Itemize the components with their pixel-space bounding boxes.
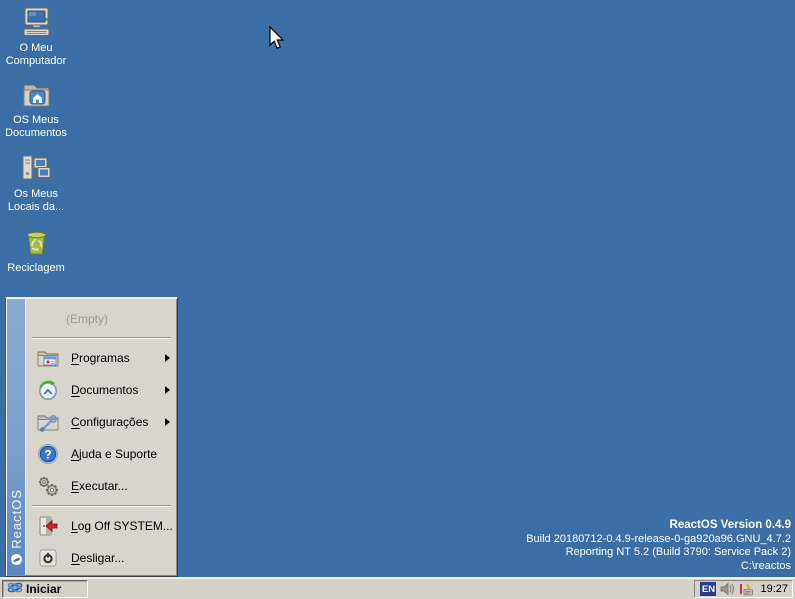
- svg-text:?: ?: [44, 448, 51, 462]
- log-off-icon: [36, 514, 60, 538]
- taskbar: Iniciar EN 19:27: [0, 577, 795, 599]
- start-menu-item-configuracoes[interactable]: Configurações: [27, 406, 176, 438]
- hardware-tray-icon[interactable]: [738, 581, 754, 597]
- submenu-arrow-icon: [165, 418, 170, 426]
- recent-documents-icon: [36, 378, 60, 402]
- menu-item-label: Log Off SYSTEM...: [71, 519, 173, 533]
- network-places-icon: [0, 152, 72, 185]
- start-button-label: Iniciar: [26, 582, 62, 596]
- desktop: O Meu Computador OS Meus Documentos Os M…: [0, 0, 795, 599]
- desktop-icon-label: Os Meus Locais da...: [7, 188, 65, 213]
- version-title: ReactOS Version 0.4.9: [669, 519, 791, 531]
- start-button[interactable]: Iniciar: [2, 580, 88, 598]
- reactos-start-logo-icon: [7, 580, 23, 598]
- desktop-icon-label: O Meu Computador: [5, 42, 67, 67]
- desktop-icon-network-places[interactable]: Os Meus Locais da...: [0, 152, 72, 214]
- reactos-logo-icon: [10, 553, 23, 571]
- desktop-icon-my-computer[interactable]: O Meu Computador: [0, 6, 72, 68]
- my-computer-icon: [0, 6, 72, 39]
- volume-icon[interactable]: [719, 581, 735, 597]
- start-menu-item-desligar[interactable]: Desligar...: [27, 542, 176, 574]
- desktop-icon-label: OS Meus Documentos: [5, 114, 67, 139]
- menu-item-label: Documentos: [71, 383, 139, 397]
- empty-item-label: (Empty): [66, 312, 108, 326]
- menu-item-label: Executar...: [71, 479, 128, 493]
- language-indicator[interactable]: EN: [700, 582, 717, 596]
- menu-item-label: Desligar...: [71, 551, 125, 565]
- start-menu-item-documentos[interactable]: Documentos: [27, 374, 176, 406]
- recycle-bin-icon: [0, 226, 72, 259]
- desktop-icon-recycle-bin[interactable]: Reciclagem: [0, 226, 72, 275]
- settings-folder-icon: [36, 410, 60, 434]
- start-menu-item-ajuda[interactable]: ? Ajuda e Suporte: [27, 438, 176, 470]
- programs-folder-icon: [36, 346, 60, 370]
- start-menu-body: (Empty) Programas Documentos Configuraçõ…: [27, 299, 176, 575]
- start-menu-item-executar[interactable]: Executar...: [27, 470, 176, 502]
- shut-down-icon: [36, 546, 60, 570]
- my-documents-icon: [0, 78, 72, 111]
- version-build: Build 20180712-0.4.9-release-0-ga920a96.…: [526, 532, 791, 545]
- version-reporting: Reporting NT 5.2 (Build 3790: Service Pa…: [565, 546, 791, 558]
- start-menu-item-programas[interactable]: Programas: [27, 342, 176, 374]
- desktop-icon-label: Reciclagem: [7, 262, 65, 274]
- submenu-arrow-icon: [165, 386, 170, 394]
- version-info: ReactOS Version 0.4.9 Build 20180712-0.4…: [526, 519, 791, 573]
- run-gears-icon: [36, 474, 60, 498]
- start-menu-item-logoff[interactable]: Log Off SYSTEM...: [27, 510, 176, 542]
- menu-item-label: Ajuda e Suporte: [71, 447, 158, 461]
- help-icon: ?: [36, 442, 60, 466]
- sidebar-brand-text: ReactOS: [8, 489, 24, 549]
- start-menu-item-empty: (Empty): [27, 304, 176, 334]
- start-menu: ReactOS (Empty) Programas Documentos Con…: [5, 297, 178, 577]
- system-tray: EN 19:27: [694, 580, 793, 598]
- clock: 19:27: [760, 583, 788, 595]
- menu-item-label: Configurações: [71, 415, 149, 429]
- desktop-icon-my-documents[interactable]: OS Meus Documentos: [0, 78, 72, 140]
- submenu-arrow-icon: [165, 354, 170, 362]
- menu-separator: [32, 505, 171, 507]
- version-path: C:\reactos: [740, 559, 791, 572]
- start-menu-sidebar: ReactOS: [7, 299, 26, 575]
- menu-separator: [32, 337, 171, 339]
- menu-item-label: Programas: [71, 351, 130, 365]
- mouse-cursor: [268, 25, 286, 52]
